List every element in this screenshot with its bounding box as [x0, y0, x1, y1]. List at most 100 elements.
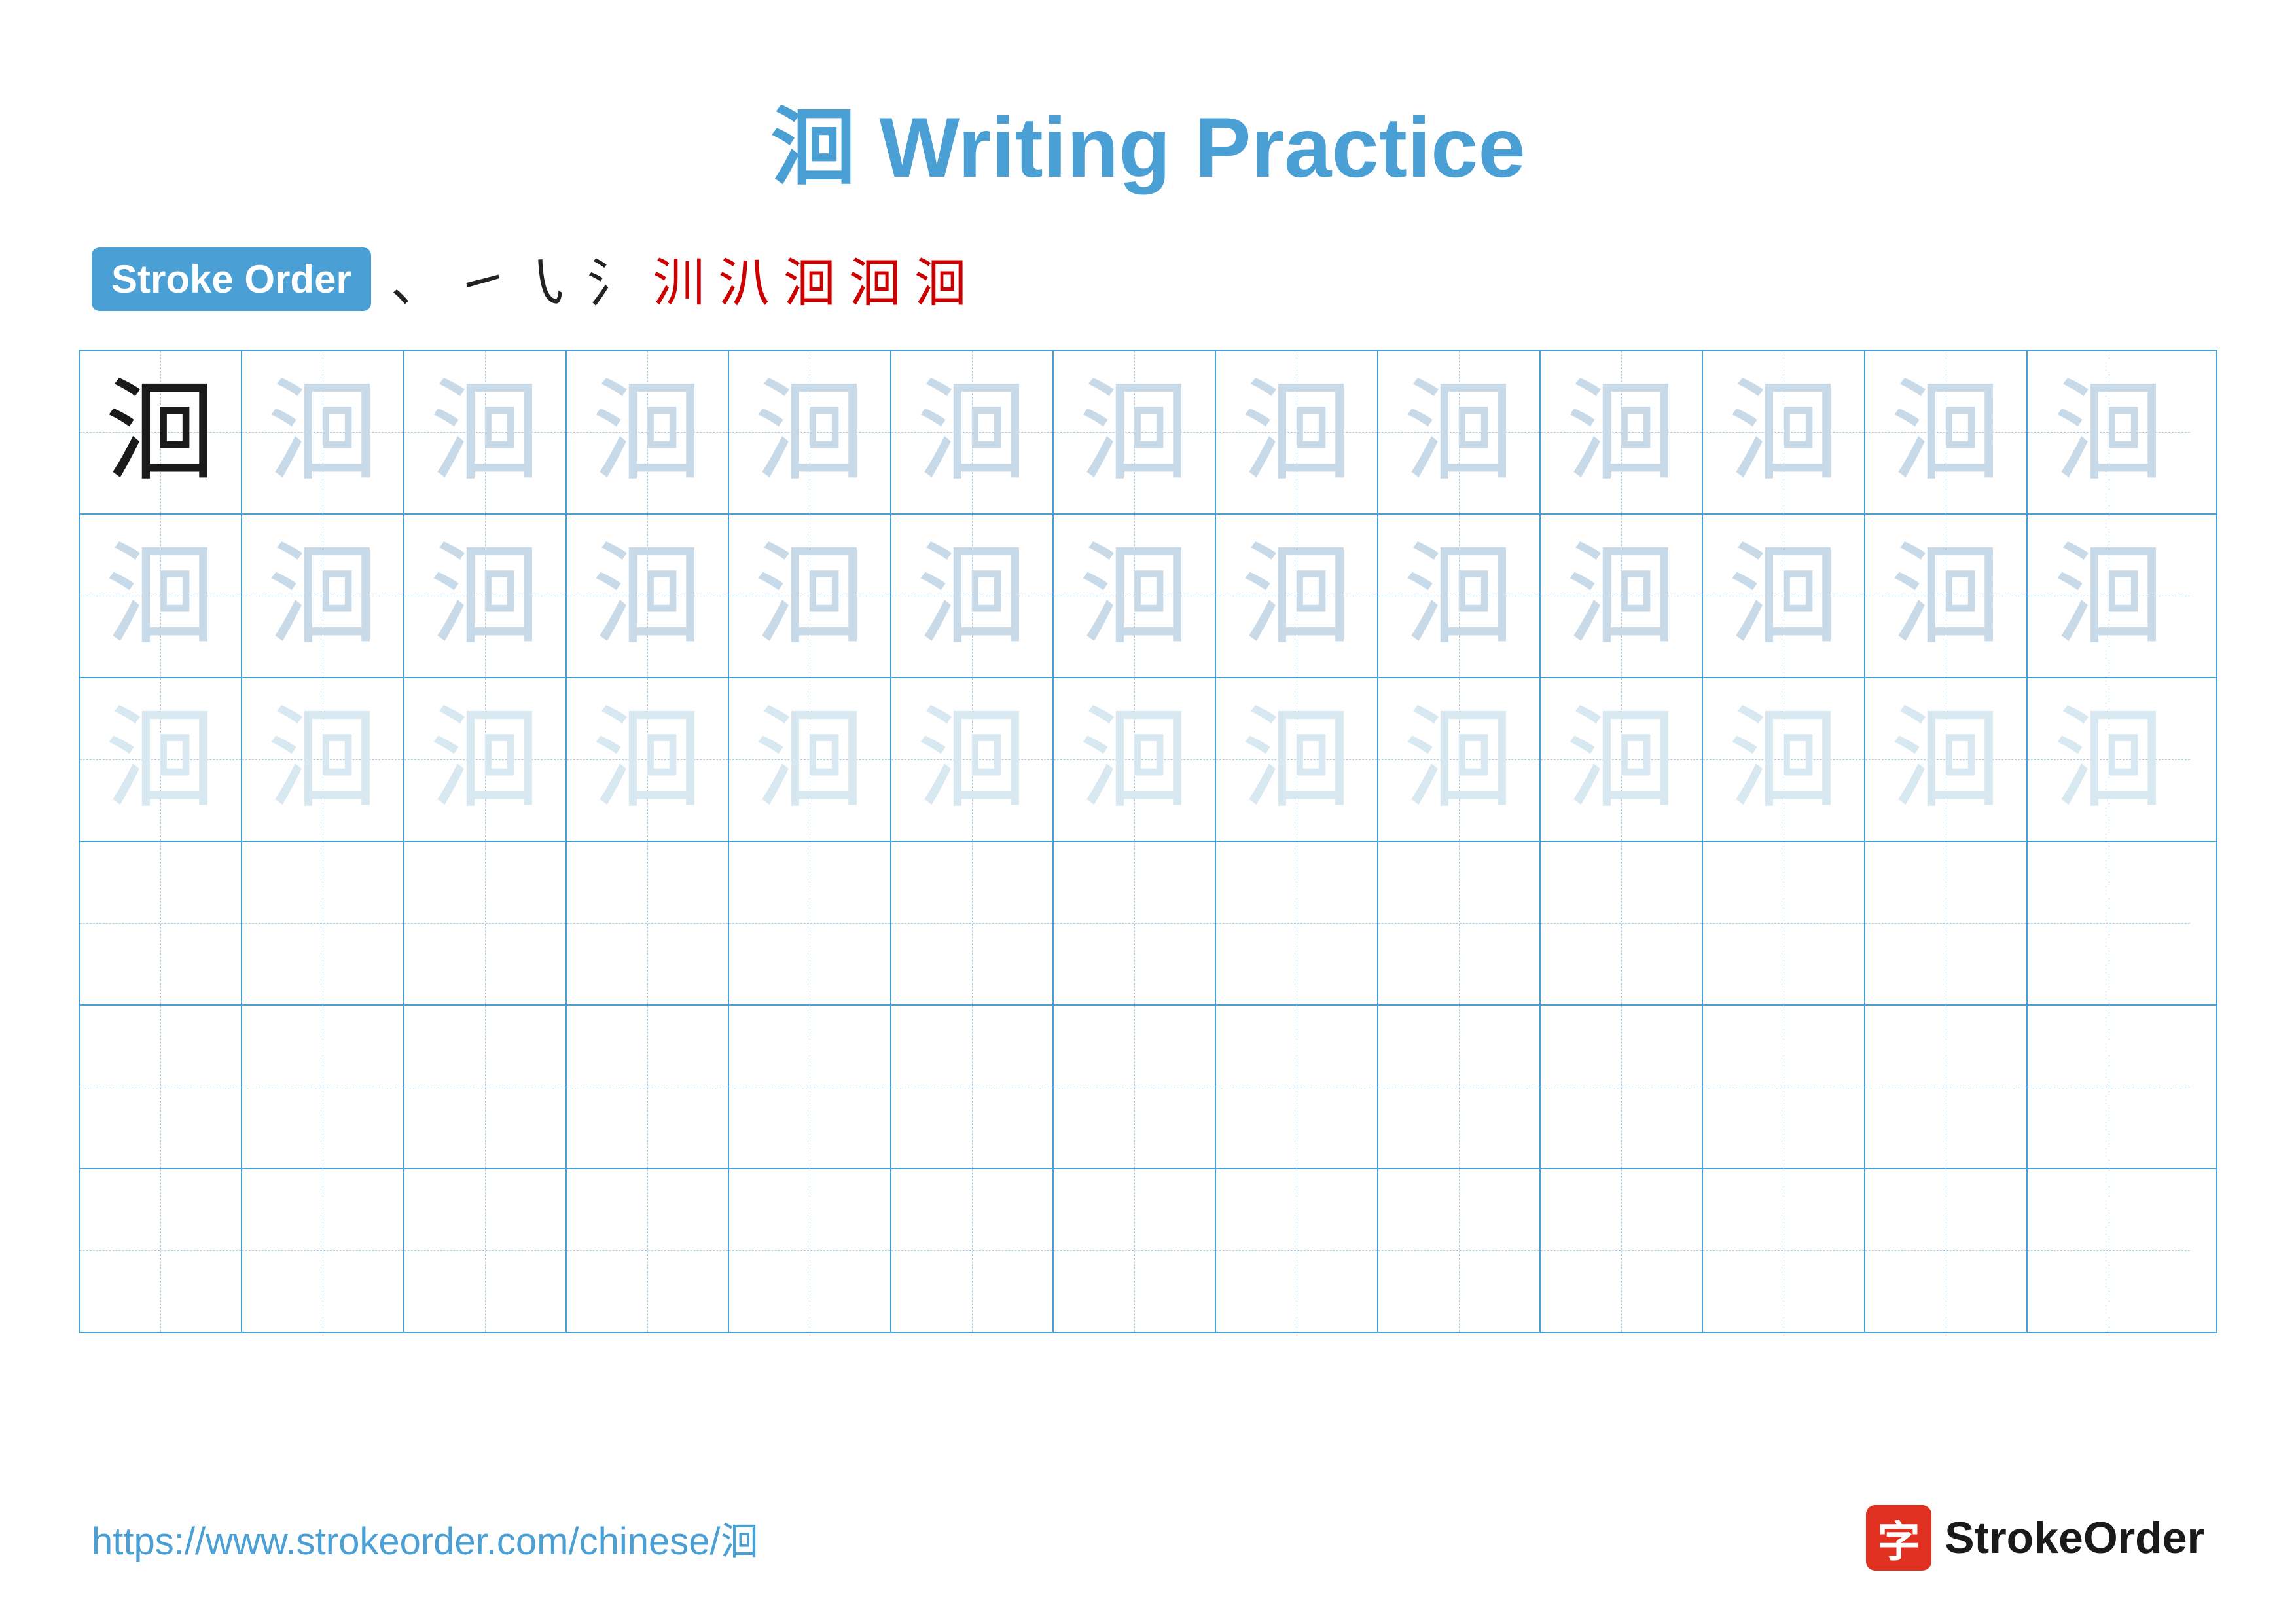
grid-cell-empty[interactable]: [1541, 1006, 1703, 1168]
grid-cell: 洄: [1216, 515, 1378, 677]
title-suffix: Writing Practice: [855, 100, 1525, 195]
char-light2: 洄: [429, 704, 541, 815]
grid-cell: 洄: [1703, 515, 1865, 677]
footer-url[interactable]: https://www.strokeorder.com/chinese/洄: [92, 1510, 759, 1565]
grid-cell-empty[interactable]: [242, 1006, 404, 1168]
char-light1: 洄: [267, 376, 378, 488]
grid-cell-empty[interactable]: [80, 842, 242, 1004]
grid-cell-empty[interactable]: [567, 1006, 729, 1168]
stroke-step-6: 汃: [718, 241, 770, 317]
char-light2: 洄: [1566, 704, 1677, 815]
char-light2: 洄: [754, 704, 865, 815]
grid-cell-empty[interactable]: [1216, 1169, 1378, 1332]
grid-cell-empty[interactable]: [1378, 1169, 1541, 1332]
grid-cell-empty[interactable]: [404, 1006, 567, 1168]
grid-cell-empty[interactable]: [1541, 1169, 1703, 1332]
grid-cell: 洄: [1865, 515, 2028, 677]
grid-cell: 洄: [1378, 678, 1541, 841]
grid-cell: 洄: [567, 515, 729, 677]
char-light2: 洄: [916, 704, 1028, 815]
grid-cell-empty[interactable]: [567, 842, 729, 1004]
grid-cell-empty[interactable]: [2028, 842, 2190, 1004]
grid-cell-empty[interactable]: [1216, 1006, 1378, 1168]
grid-cell-empty[interactable]: [1378, 842, 1541, 1004]
char-light1: 洄: [592, 376, 703, 488]
char-light2: 洄: [1241, 704, 1352, 815]
char-light2: 洄: [592, 704, 703, 815]
grid-row-6: [80, 1169, 2216, 1332]
stroke-step-5: 汌: [653, 241, 705, 317]
grid-row-4: [80, 842, 2216, 1006]
grid-cell-empty[interactable]: [1054, 842, 1216, 1004]
grid-cell: 洄: [1054, 678, 1216, 841]
grid-cell-empty[interactable]: [1054, 1006, 1216, 1168]
stroke-order-section: Stroke Order 、 ㇀ ㇂ 氵 汌 汃 洄 洄 洄: [0, 241, 2296, 317]
grid-cell-empty[interactable]: [1216, 842, 1378, 1004]
stroke-step-3: ㇂: [522, 241, 574, 317]
grid-cell-empty[interactable]: [404, 842, 567, 1004]
grid-cell: 洄: [1054, 515, 1216, 677]
char-light2: 洄: [1890, 704, 2001, 815]
char-light1: 洄: [1079, 376, 1190, 488]
grid-cell-empty[interactable]: [1703, 842, 1865, 1004]
grid-cell-empty[interactable]: [729, 1169, 891, 1332]
char-light2: 洄: [2053, 704, 2164, 815]
grid-cell: 洄: [1703, 351, 1865, 513]
char-light1: 洄: [1566, 540, 1677, 651]
char-light1: 洄: [1079, 540, 1190, 651]
char-light2: 洄: [1728, 704, 1839, 815]
footer-logo: 字 StrokeOrder: [1866, 1505, 2204, 1571]
page-title: 洄 Writing Practice: [770, 100, 1525, 195]
grid-cell: 洄: [1541, 678, 1703, 841]
grid-cell: 洄: [1378, 515, 1541, 677]
char-light2: 洄: [1079, 704, 1190, 815]
char-light1: 洄: [2053, 540, 2164, 651]
grid-cell: 洄: [891, 678, 1054, 841]
grid-cell-empty[interactable]: [891, 1006, 1054, 1168]
grid-cell-empty[interactable]: [1865, 1006, 2028, 1168]
title-char: 洄: [770, 100, 855, 195]
grid-cell-empty[interactable]: [80, 1006, 242, 1168]
char-light1: 洄: [592, 540, 703, 651]
grid-cell: 洄: [2028, 515, 2190, 677]
logo-icon: 字: [1866, 1505, 1931, 1571]
grid-cell-empty[interactable]: [1703, 1169, 1865, 1332]
char-light1: 洄: [1890, 540, 2001, 651]
grid-cell-empty[interactable]: [2028, 1169, 2190, 1332]
grid-cell-empty[interactable]: [891, 842, 1054, 1004]
grid-cell-empty[interactable]: [1541, 842, 1703, 1004]
grid-cell: 洄: [1703, 678, 1865, 841]
grid-cell: 洄: [729, 351, 891, 513]
grid-cell-empty[interactable]: [404, 1169, 567, 1332]
grid-cell-empty[interactable]: [1703, 1006, 1865, 1168]
grid-cell-empty[interactable]: [891, 1169, 1054, 1332]
char-light1: 洄: [916, 376, 1028, 488]
stroke-steps: 、 ㇀ ㇂ 氵 汌 汃 洄 洄 洄: [391, 241, 967, 317]
grid-cell-empty[interactable]: [729, 842, 891, 1004]
grid-cell-empty[interactable]: [1378, 1006, 1541, 1168]
grid-cell-empty[interactable]: [242, 842, 404, 1004]
grid-cell: 洄: [729, 678, 891, 841]
grid-cell: 洄: [2028, 351, 2190, 513]
grid-row-5: [80, 1006, 2216, 1169]
grid-row-1: 洄 洄 洄 洄 洄 洄 洄 洄 洄 洄 洄 洄: [80, 351, 2216, 515]
grid-cell-empty[interactable]: [1865, 842, 2028, 1004]
grid-cell-empty[interactable]: [80, 1169, 242, 1332]
grid-cell-empty[interactable]: [729, 1006, 891, 1168]
stroke-step-1: 、: [391, 241, 443, 317]
char-light1: 洄: [916, 540, 1028, 651]
grid-row-3: 洄 洄 洄 洄 洄 洄 洄 洄 洄 洄 洄 洄: [80, 678, 2216, 842]
grid-cell-empty[interactable]: [1865, 1169, 2028, 1332]
grid-cell: 洄: [404, 515, 567, 677]
grid-cell-empty[interactable]: [567, 1169, 729, 1332]
grid-cell: 洄: [1216, 678, 1378, 841]
grid-cell: 洄: [891, 351, 1054, 513]
char-light1: 洄: [1728, 540, 1839, 651]
grid-cell-empty[interactable]: [242, 1169, 404, 1332]
grid-cell: 洄: [1541, 351, 1703, 513]
char-light1: 洄: [2053, 376, 2164, 488]
grid-cell-empty[interactable]: [2028, 1006, 2190, 1168]
stroke-step-4: 氵: [587, 241, 639, 317]
grid-cell-empty[interactable]: [1054, 1169, 1216, 1332]
stroke-step-7: 洄: [783, 241, 836, 317]
